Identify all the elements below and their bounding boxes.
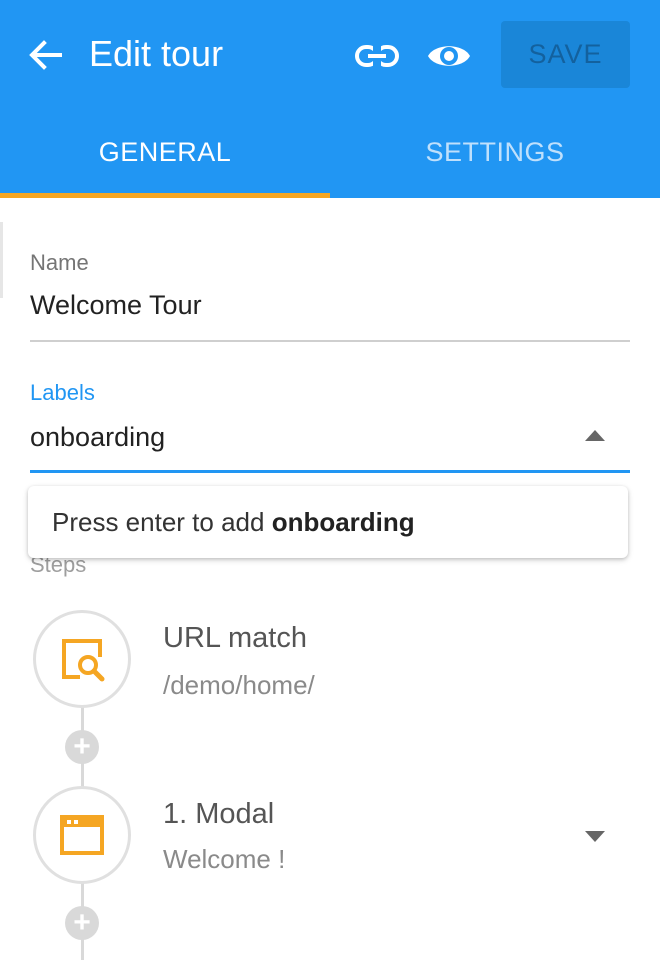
labels-input[interactable]: [30, 420, 570, 454]
step-subtitle: /demo/home/: [163, 670, 315, 700]
step-title[interactable]: 1. Modal: [163, 798, 274, 831]
caret-down-icon[interactable]: [583, 828, 607, 844]
name-field-underline: [30, 340, 630, 342]
suggestion-text: Press enter to add onboarding: [52, 486, 415, 558]
suggestion-prefix: Press enter to add: [52, 507, 272, 537]
tab-general[interactable]: GENERAL: [0, 110, 330, 198]
tab-settings[interactable]: SETTINGS: [330, 110, 660, 198]
name-field-label: Name: [30, 250, 89, 275]
modal-window-icon: [60, 815, 104, 855]
caret-up-icon[interactable]: [583, 427, 607, 443]
name-field[interactable]: Welcome Tour: [30, 290, 202, 321]
add-label-suggestion[interactable]: Press enter to add onboarding: [28, 486, 628, 558]
plus-icon: +: [73, 906, 91, 939]
app-bar: Edit tour SAVE GENERAL SETTINGS: [0, 0, 660, 198]
suggestion-term: onboarding: [271, 507, 415, 537]
page-title: Edit tour: [89, 33, 224, 74]
add-step-button[interactable]: +: [65, 906, 99, 940]
step-modal-node[interactable]: [33, 786, 131, 884]
labels-field-underline: [30, 470, 630, 473]
step-subtitle: Welcome !: [163, 844, 286, 874]
step-url-match-node[interactable]: [33, 610, 131, 708]
labels-field-label: Labels: [30, 380, 95, 405]
back-arrow-icon[interactable]: [24, 34, 66, 76]
panel-edge: [0, 222, 3, 298]
save-button[interactable]: SAVE: [501, 21, 630, 88]
plus-icon: +: [73, 730, 91, 763]
step-title[interactable]: URL match: [163, 622, 307, 655]
active-tab-indicator: [0, 193, 330, 198]
url-search-icon: [62, 639, 105, 682]
link-icon[interactable]: [354, 33, 400, 79]
add-step-button[interactable]: +: [65, 730, 99, 764]
eye-icon[interactable]: [426, 33, 472, 79]
